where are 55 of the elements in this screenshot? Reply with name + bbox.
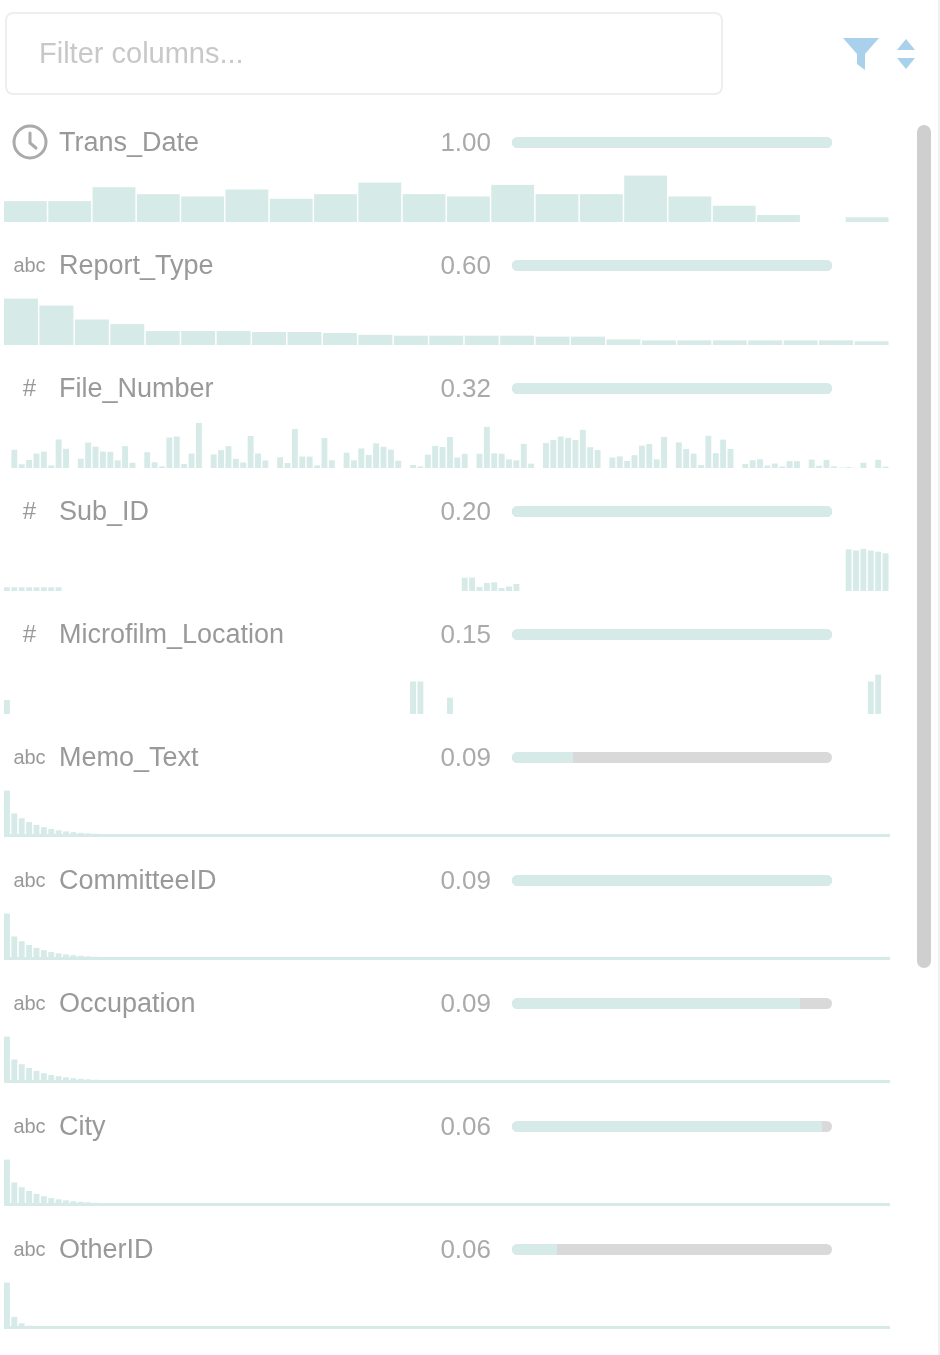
column-name: CommitteeID [59,864,218,896]
histogram-bar [535,336,570,345]
number-type-label: # [22,497,37,525]
number-type-label: # [22,374,37,402]
histogram-bar [358,182,402,222]
histogram-bar [845,217,889,222]
histogram-bar [402,194,446,222]
column-score: 0.09 [439,741,491,773]
text-type-label: abc [13,868,46,892]
histogram-bar [4,700,10,714]
histogram-bar [181,331,216,345]
column-name: Sub_ID [59,495,151,527]
column-score: 0.60 [439,249,491,281]
histogram-bar [136,194,180,222]
column-name: Trans_Date [59,126,201,158]
column-score: 0.32 [439,372,491,404]
column-name: File_Number [59,372,215,404]
histogram-bar [225,189,269,222]
column-name: OtherID [59,1233,155,1265]
column-score: 0.20 [439,495,491,527]
histogram-bar [447,697,453,714]
text-type-label: abc [13,745,46,769]
histogram-bar [4,201,47,222]
histogram-bar [500,335,535,345]
histogram-bar [287,332,322,345]
histogram-bar [393,335,428,345]
histogram-bar [358,334,393,345]
text-type-label: abc [13,1114,46,1138]
column-name: Occupation [59,987,197,1019]
text-type-label: abc [13,1237,46,1261]
column-score: 0.09 [439,864,491,896]
clock-icon [10,123,49,161]
histogram-bar [269,198,313,222]
histogram-bar [322,332,357,345]
column-name: Microfilm_Location [59,618,286,650]
histogram-bar [252,332,286,345]
histogram-bar [429,335,464,345]
column-score: 0.09 [439,987,491,1019]
column-score: 1.00 [439,126,491,158]
column-name: Report_Type [59,249,215,281]
column-score: 0.15 [439,618,491,650]
column-score: 0.06 [439,1110,491,1142]
histogram-bar [181,196,224,222]
text-type-label: abc [13,253,46,277]
histogram-bar [216,331,251,345]
text-type-label: abc [13,991,46,1015]
number-type-label: # [22,620,37,648]
column-score: 0.06 [439,1233,491,1265]
histogram-bar [464,335,499,345]
column-name: Memo_Text [59,741,200,773]
histogram-bar [314,194,357,222]
scrollbar[interactable] [917,125,931,968]
histogram-bar [535,194,579,222]
column-name: City [59,1110,107,1142]
histogram-bar [4,298,38,345]
